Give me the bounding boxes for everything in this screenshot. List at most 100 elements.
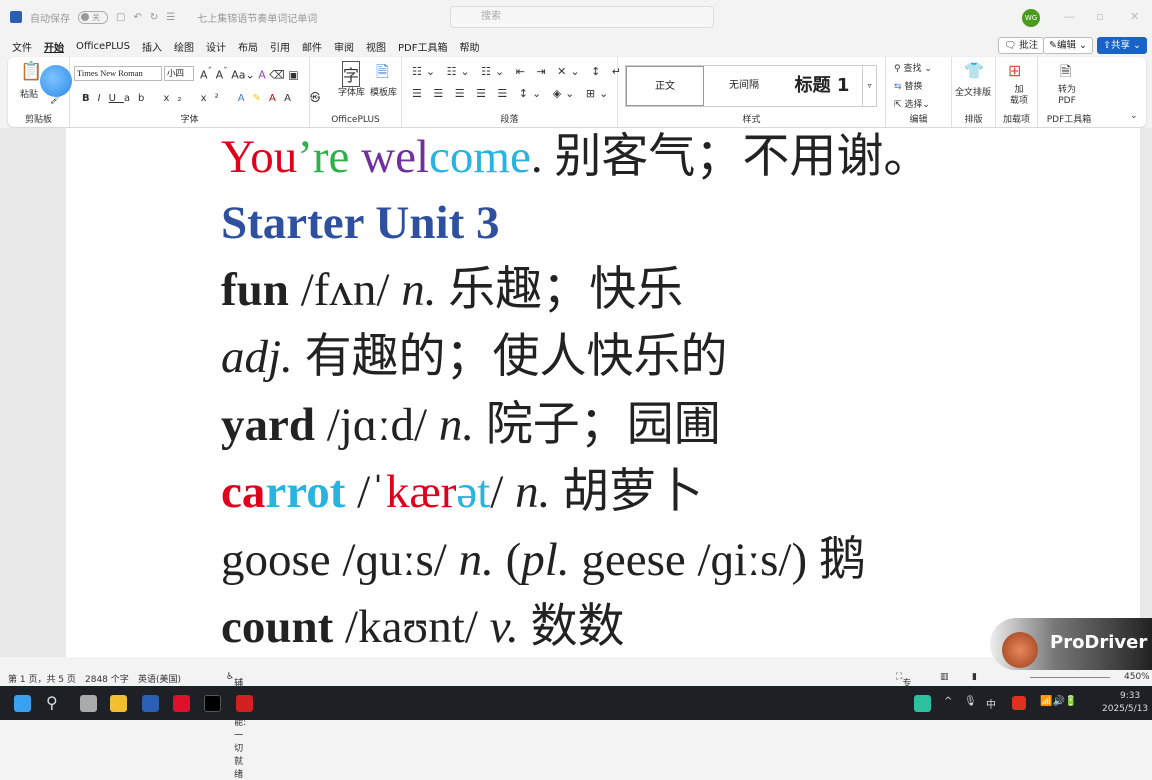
zoom-slider[interactable]	[1030, 677, 1110, 678]
minimize-button[interactable]: —	[1064, 10, 1075, 23]
menu-tab[interactable]: 审阅	[328, 39, 360, 54]
pdf-icon[interactable]: 🗎	[1060, 61, 1071, 85]
menu-tab[interactable]: 帮助	[453, 39, 485, 54]
search-icon[interactable]: ⚲	[46, 693, 58, 712]
comment-button[interactable]: 🗨 批注	[998, 37, 1045, 54]
style-normal[interactable]: 正文	[626, 66, 704, 106]
maximize-button[interactable]: ▫	[1096, 10, 1103, 23]
font-library-icon[interactable]: 字	[342, 61, 361, 87]
document-line[interactable]: count /kaʊnt/ v. 数数	[221, 604, 625, 651]
text-run: n.	[401, 264, 437, 316]
align-buttons[interactable]: ☰ ☰ ☰ ☰ ☰ ↕⌄ ◈⌄ ⊞⌄	[412, 87, 612, 100]
style-heading1[interactable]: 标题 1	[782, 66, 862, 106]
document-line[interactable]: goose /ɡuːs/ n. (pl. geese /ɡiːs/) 鹅	[221, 537, 866, 584]
text-run: kær	[385, 466, 457, 518]
read-mode-icon[interactable]: ▥	[940, 672, 949, 682]
text-run: /fʌn/	[288, 264, 402, 316]
clock-time[interactable]: 9:33	[1120, 691, 1140, 701]
avatar[interactable]: WG	[1022, 9, 1040, 27]
zoom-level[interactable]: 450%	[1124, 672, 1150, 682]
font-library-button[interactable]: 字体库	[338, 85, 365, 98]
share-button[interactable]: ⇪共享 ⌄	[1097, 37, 1147, 54]
menu-tab[interactable]: 引用	[264, 39, 296, 54]
pdf-group: 🗎 转为 PDF PDF工具箱	[1038, 57, 1100, 127]
addins-icon[interactable]: ⊞	[1008, 61, 1021, 80]
menu-tab[interactable]: 插入	[136, 39, 168, 54]
menu-tab[interactable]: 绘图	[168, 39, 200, 54]
select-button[interactable]: ⇱ 选择⌄	[894, 97, 930, 110]
wps-icon[interactable]	[236, 695, 253, 712]
text-run: v.	[489, 601, 519, 653]
cursor-highlight	[40, 65, 72, 97]
text-run: fun	[221, 264, 289, 316]
sogou-icon[interactable]	[1012, 696, 1026, 710]
text-run: n.	[458, 534, 494, 586]
document-title[interactable]: 七上集锦语节奏单词记单词	[197, 10, 317, 25]
customize-icon[interactable]: ☰	[166, 12, 175, 23]
autosave-toggle[interactable]: 关	[78, 10, 108, 24]
youdao-icon[interactable]	[173, 695, 190, 712]
search-input[interactable]: 搜索	[450, 6, 714, 28]
menu-tab[interactable]: 开始	[38, 39, 70, 54]
style-no-spacing[interactable]: 无间隔	[706, 66, 782, 106]
document-line[interactable]: adj. 有趣的；使人快乐的	[221, 334, 728, 381]
menu-tab[interactable]: 文件	[6, 39, 38, 54]
font-name-select[interactable]: Times New Roman	[74, 66, 162, 81]
microphone-icon[interactable]: 🎙	[964, 696, 977, 707]
undo-icon[interactable]: ↶	[133, 12, 141, 23]
text-run: 乐趣；快乐	[436, 264, 684, 316]
styles-more-button[interactable]: ▿	[862, 66, 876, 106]
document-line[interactable]: fun /fʌn/ n. 乐趣；快乐	[221, 267, 683, 314]
officeplus-group: 字 字体库 🗎 模板库 OfficePLUS	[310, 57, 402, 127]
addins-button[interactable]: 加 载项	[1010, 85, 1028, 107]
layout-group: 👕 全文排版 排版	[952, 57, 996, 127]
wifi-volume-battery-icon[interactable]: 📶🔊🔋	[1040, 696, 1077, 707]
menu-tab[interactable]: 布局	[232, 39, 264, 54]
full-layout-icon[interactable]: 👕	[964, 61, 984, 80]
font-size-select[interactable]: 小四	[164, 66, 194, 81]
paste-button[interactable]: 粘贴	[20, 87, 38, 100]
menu-tab[interactable]: 邮件	[296, 39, 328, 54]
template-library-button[interactable]: 模板库	[370, 85, 397, 98]
language[interactable]: 英语(美国)	[138, 672, 181, 685]
find-button[interactable]: ⚲ 查找 ⌄	[894, 61, 932, 74]
paragraph-label: 段落	[500, 115, 519, 125]
start-icon[interactable]	[14, 695, 31, 712]
document-line[interactable]: carrot /ˈkærət/ n. 胡萝卜	[221, 469, 703, 516]
task-view-icon[interactable]	[80, 695, 97, 712]
document-line[interactable]: Starter Unit 3	[221, 200, 499, 247]
clock-date[interactable]: 2025/5/13	[1102, 704, 1148, 714]
tray-expand-icon[interactable]: ^	[944, 696, 952, 707]
capcut-icon[interactable]	[204, 695, 221, 712]
full-layout-button[interactable]: 全文排版	[955, 85, 991, 98]
page-count[interactable]: 第 1 页，共 5 页	[8, 672, 76, 685]
font-format-buttons[interactable]: BIUab x₂ x² A✎AA ㉿	[82, 89, 328, 104]
watermark-logo: ProDriver	[990, 618, 1152, 670]
template-library-icon[interactable]: 🗎	[376, 61, 389, 88]
menu-tab[interactable]: 视图	[360, 39, 392, 54]
ribbon-tabs: 文件 开始 OfficePLUS 插入 绘图 设计 布局 引用 邮件 审阅 视图 PDF工具箱 帮助	[0, 36, 1152, 56]
menu-tab[interactable]: 设计	[200, 39, 232, 54]
accessibility-status[interactable]: ♿ 辅助功能: 一切就绪	[226, 672, 246, 780]
list-buttons[interactable]: ☷⌄ ☷⌄ ☷⌄ ⇤ ⇥ ✕⌄ ↕ ↵	[412, 65, 625, 78]
save-icon[interactable]: ▢	[116, 12, 125, 23]
document-line[interactable]: yard /jɑːd/ n. 院子；园圃	[221, 402, 721, 449]
menu-tab[interactable]: PDF工具箱	[392, 39, 453, 54]
word-count[interactable]: 2848 个字	[85, 672, 129, 685]
word-app-icon[interactable]	[142, 695, 159, 712]
replace-button[interactable]: ⇆ 替换	[894, 79, 922, 92]
focus-button[interactable]: ⛶ 专注	[896, 672, 911, 702]
text-run: 院子；园圃	[474, 399, 721, 451]
app-k-icon[interactable]	[914, 695, 931, 712]
ime-indicator[interactable]: 中	[986, 696, 996, 711]
redo-icon[interactable]: ↻	[150, 12, 158, 23]
word-logo-icon	[10, 11, 22, 23]
collapse-ribbon-icon[interactable]: ⌄	[1130, 111, 1138, 121]
document-line[interactable]: You’re welcome. 别客气；不用谢。	[221, 134, 930, 181]
convert-pdf-button[interactable]: 转为 PDF	[1058, 85, 1076, 107]
close-button[interactable]: ✕	[1130, 10, 1139, 23]
print-layout-icon[interactable]: ▮	[972, 672, 977, 682]
menu-tab[interactable]: OfficePLUS	[70, 41, 136, 52]
edit-button[interactable]: ✎编辑 ⌄	[1043, 37, 1093, 54]
file-explorer-icon[interactable]	[110, 695, 127, 712]
